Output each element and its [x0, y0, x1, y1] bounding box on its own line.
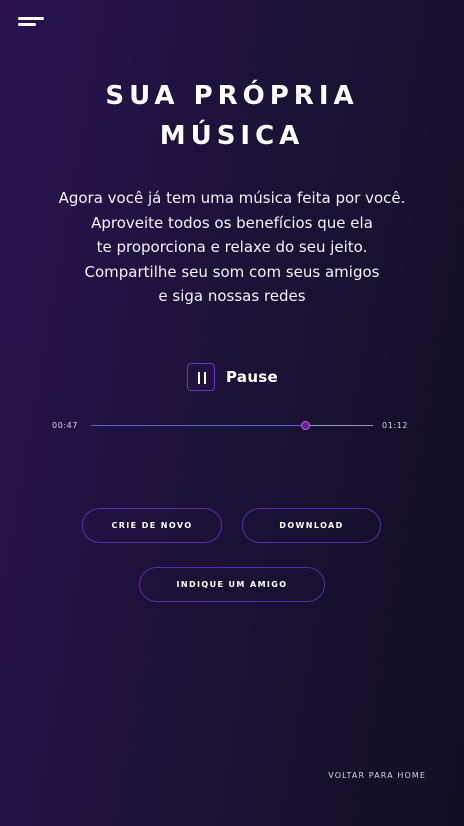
progress-thumb[interactable] — [301, 421, 311, 430]
page-title: SUA PRÓPRIA MÚSICA — [0, 76, 464, 156]
menu-line-top — [18, 17, 44, 20]
current-time: 00:47 — [52, 421, 79, 430]
description-line: Compartilhe seu som com seus amigos — [84, 262, 380, 281]
description-line: e siga nossas redes — [158, 287, 306, 305]
description-line: Agora você já tem uma música feita por v… — [58, 189, 406, 207]
page-title-line: MÚSICA — [159, 121, 305, 151]
progress-fill — [91, 425, 306, 426]
create-again-button[interactable]: CRIE DE NOVO — [82, 508, 222, 543]
pause-icon — [187, 363, 215, 391]
menu-line-bottom — [18, 23, 36, 26]
description-line: te proporciona e relaxe do seu jeito. — [96, 238, 368, 256]
page-title-line: SUA PRÓPRIA — [105, 81, 359, 111]
hamburger-menu-icon[interactable] — [18, 16, 44, 30]
back-home-link[interactable]: VOLTAR PARA HOME — [328, 771, 426, 780]
download-button[interactable]: DOWNLOAD — [242, 508, 381, 543]
description-text: Agora você já tem uma música feita por v… — [30, 186, 434, 309]
pause-button[interactable]: Pause — [187, 363, 278, 391]
description-line: Aproveite todos os benefícios que ela — [91, 213, 373, 232]
invite-friend-button[interactable]: INDIQUE UM AMIGO — [139, 567, 325, 602]
progress-slider[interactable] — [91, 421, 373, 430]
total-time: 01:12 — [382, 421, 409, 430]
pause-label: Pause — [226, 368, 278, 386]
